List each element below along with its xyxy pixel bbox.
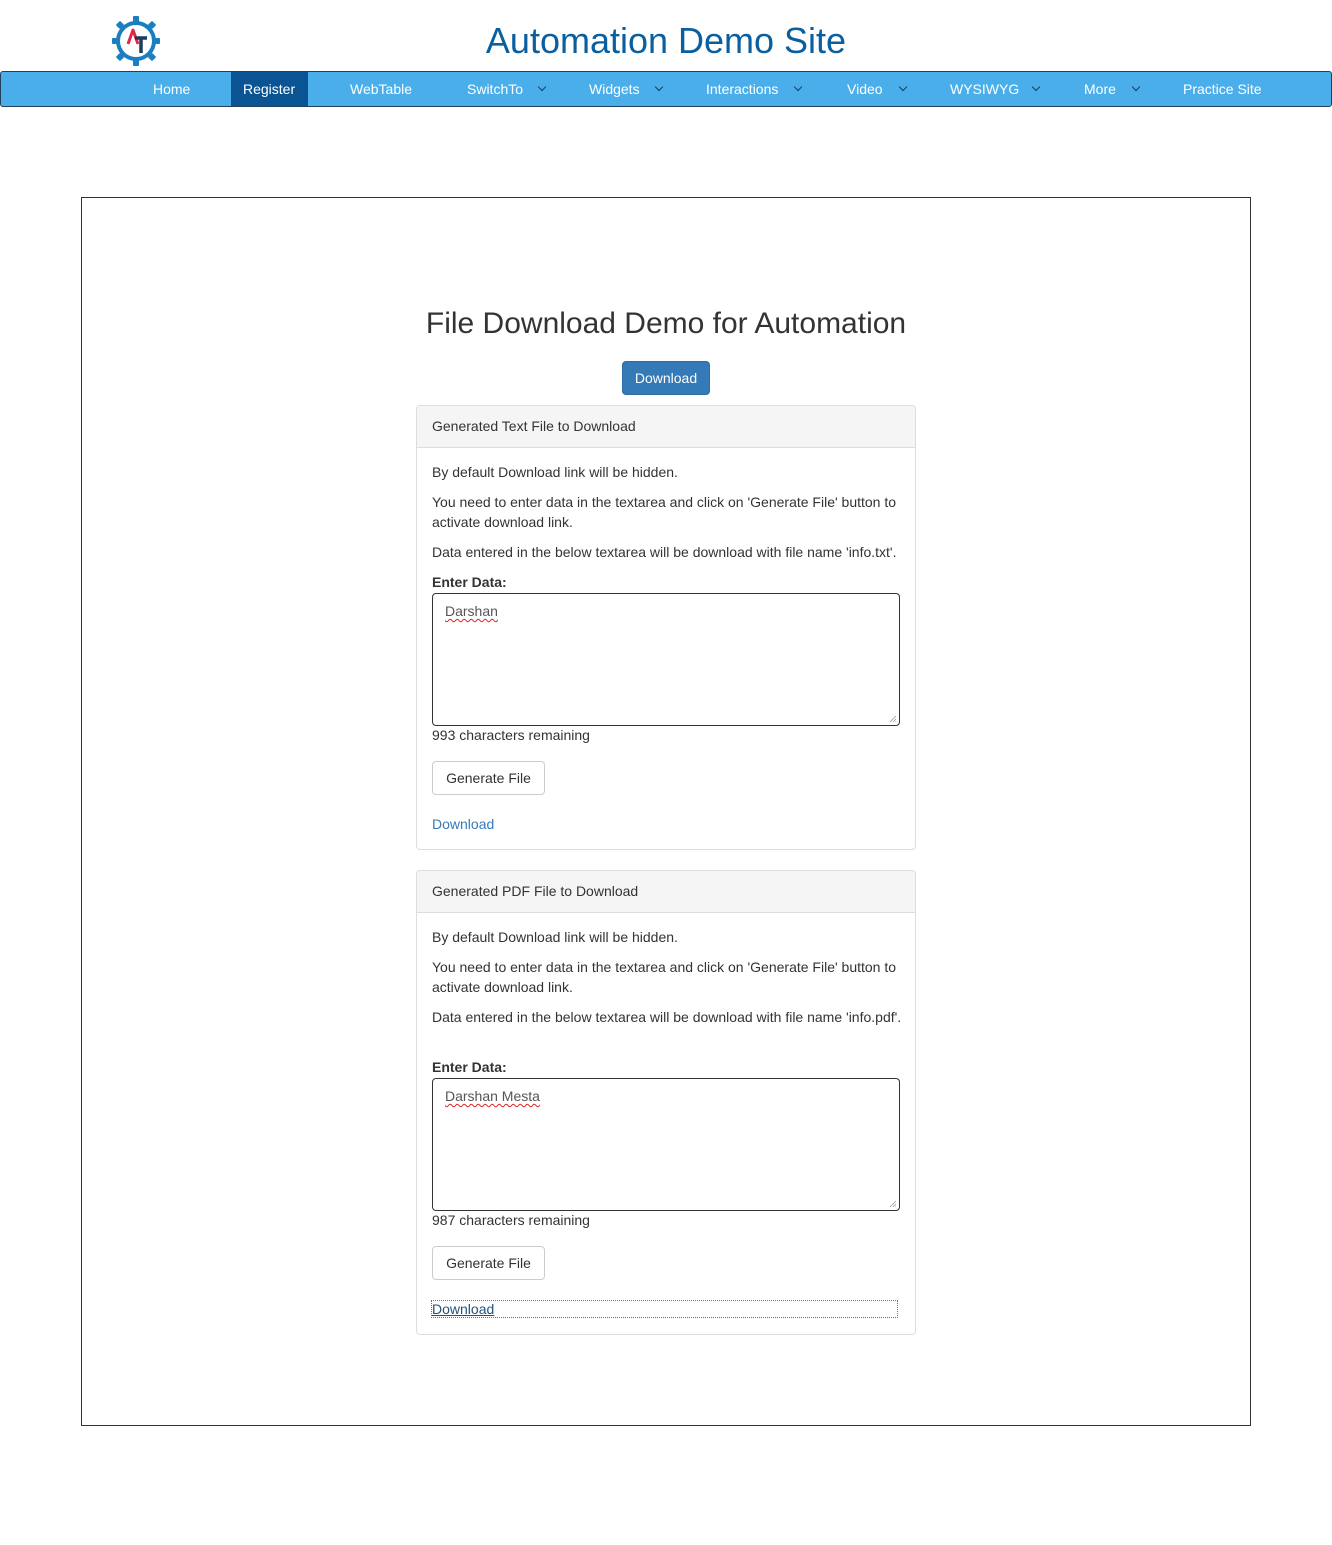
pdf-file-panel: Generated PDF File to Download By defaul…	[416, 870, 916, 1335]
characters-remaining: 993 characters remaining	[432, 727, 590, 743]
nav-label: More	[1084, 81, 1116, 97]
filename-note: Data entered in the below textarea will …	[432, 1009, 902, 1025]
characters-remaining: 987 characters remaining	[432, 1212, 590, 1228]
main-navbar: Home Register WebTable SwitchTo Widgets …	[0, 71, 1332, 107]
nav-label: Interactions	[706, 81, 779, 97]
generate-text-file-button[interactable]: Generate File	[432, 761, 545, 795]
nav-label: SwitchTo	[467, 81, 524, 97]
nav-widgets[interactable]: Widgets	[589, 72, 674, 106]
textarea-value: Darshan	[445, 603, 498, 619]
nav-video[interactable]: Video	[847, 72, 917, 106]
hidden-link-note: By default Download link will be hidden.	[432, 464, 678, 480]
generate-pdf-file-button[interactable]: Generate File	[432, 1246, 545, 1280]
pdf-data-textarea[interactable]: Darshan Mesta	[432, 1078, 900, 1211]
nav-label: WebTable	[350, 81, 413, 97]
instructions-text: You need to enter data in the textarea a…	[432, 959, 897, 995]
nav-label: Video	[847, 81, 883, 97]
panel-heading: Generated PDF File to Download	[417, 871, 915, 913]
text-file-panel: Generated Text File to Download By defau…	[416, 405, 916, 850]
nav-label: Register	[243, 81, 296, 97]
hidden-link-note: By default Download link will be hidden.	[432, 929, 678, 945]
text-download-link[interactable]: Download	[432, 814, 494, 834]
site-header: Automation Demo Site	[0, 0, 1332, 72]
nav-more[interactable]: More	[1084, 72, 1149, 106]
chevron-down-icon	[1131, 82, 1141, 92]
chevron-down-icon	[898, 82, 908, 92]
text-data-textarea[interactable]: Darshan	[432, 593, 900, 726]
site-title: Automation Demo Site	[485, 20, 847, 61]
chevron-down-icon	[1031, 82, 1041, 92]
nav-label: Home	[153, 81, 191, 97]
nav-interactions[interactable]: Interactions	[706, 72, 816, 106]
nav-webtable[interactable]: WebTable	[350, 72, 430, 106]
nav-label: Widgets	[589, 81, 640, 97]
chevron-down-icon	[537, 82, 547, 92]
panel-heading: Generated Text File to Download	[417, 406, 915, 448]
nav-label: WYSIWYG	[950, 81, 1020, 97]
download-button[interactable]: Download	[622, 361, 710, 395]
enter-data-label: Enter Data:	[432, 574, 507, 590]
textarea-value: Darshan Mesta	[445, 1088, 540, 1104]
chevron-down-icon	[793, 82, 803, 92]
nav-switchto[interactable]: SwitchTo	[467, 72, 557, 106]
nav-practice-site[interactable]: Practice Site	[1183, 72, 1273, 106]
nav-label: Practice Site	[1183, 81, 1262, 97]
pdf-download-link[interactable]: Download	[431, 1300, 898, 1318]
chevron-down-icon	[654, 82, 664, 92]
resize-grip-icon[interactable]	[889, 715, 897, 723]
filename-note: Data entered in the below textarea will …	[432, 544, 897, 560]
page-title: File Download Demo for Automation	[425, 307, 907, 340]
instructions-text: You need to enter data in the textarea a…	[432, 494, 897, 530]
nav-wysiwyg[interactable]: WYSIWYG	[950, 72, 1050, 106]
resize-grip-icon[interactable]	[889, 1200, 897, 1208]
enter-data-label: Enter Data:	[432, 1059, 507, 1075]
nav-home[interactable]: Home	[140, 72, 202, 106]
nav-register[interactable]: Register	[231, 72, 308, 106]
